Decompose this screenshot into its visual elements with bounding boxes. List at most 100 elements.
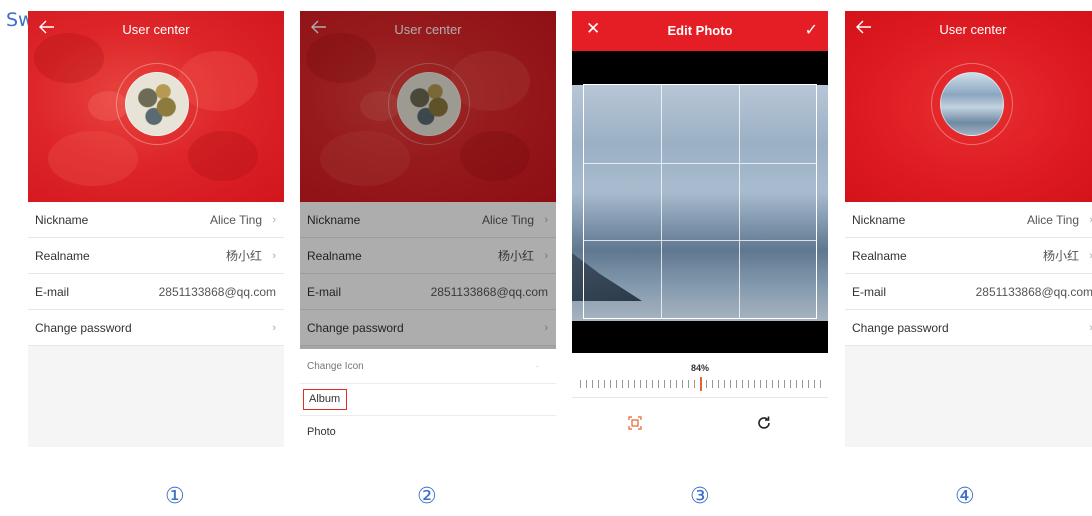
- avatar[interactable]: [125, 72, 189, 136]
- zoom-ruler-tick: [580, 380, 581, 388]
- profile-list: Nickname Alice Ting › Realname杨小红› E-mail2…: [28, 202, 284, 346]
- screen-2-change-icon-sheet: User center Nickname Alice Ting › Realname…: [300, 11, 556, 447]
- zoom-ruler-tick: [712, 380, 713, 388]
- zoom-ruler-tick: [616, 380, 617, 388]
- photo-canvas[interactable]: [572, 51, 828, 353]
- row-email: E-mail 2851133868@qq.com: [845, 274, 1092, 310]
- crop-frame[interactable]: [583, 84, 817, 319]
- zoom-ruler-tick: [652, 380, 653, 388]
- profile-header: User center: [845, 11, 1092, 202]
- zoom-ruler-tick: [790, 380, 791, 388]
- row-label: E-mail: [852, 284, 887, 299]
- profile-header: User center: [28, 11, 284, 202]
- step-number-3: ③: [690, 484, 710, 509]
- zoom-ruler-tick: [658, 380, 659, 388]
- zoom-ruler-tick: [670, 380, 671, 388]
- zoom-ruler-tick: [736, 380, 737, 388]
- zoom-ruler-tick: [784, 380, 785, 388]
- change-icon-sheet: Change Icon · Album Photo: [300, 349, 556, 447]
- zoom-ruler-tick: [730, 380, 731, 388]
- zoom-panel: 84%: [572, 353, 828, 447]
- zoom-ruler-tick: [664, 380, 665, 388]
- zoom-ruler-tick: [640, 380, 641, 388]
- zoom-ruler-tick: [682, 380, 683, 388]
- zoom-ruler-tick: [754, 380, 755, 388]
- sheet-title: Change Icon ·: [300, 349, 556, 383]
- zoom-ruler-tick: [646, 380, 647, 388]
- zoom-ruler-tick: [760, 380, 761, 388]
- zoom-ruler-tick: [748, 380, 749, 388]
- chevron-right-icon: ›: [1079, 322, 1092, 334]
- step-number-2: ②: [417, 484, 437, 509]
- edit-photo-bar: ✕ Edit Photo ✓: [572, 11, 828, 51]
- zoom-ruler-tick: [628, 380, 629, 388]
- zoom-ruler-tick: [634, 380, 635, 388]
- zoom-percent: 84%: [690, 363, 709, 373]
- chevron-right-icon: ›: [272, 321, 276, 334]
- row-change-password[interactable]: Change password ›: [28, 310, 284, 346]
- zoom-ruler-tick: [706, 380, 707, 388]
- zoom-ruler-tick: [724, 380, 725, 388]
- row-label: Realname: [35, 248, 90, 263]
- row-nickname[interactable]: Nickname Alice Ting›: [845, 202, 1092, 238]
- zoom-ruler-tick: [778, 380, 779, 388]
- zoom-ruler-tick: [808, 380, 809, 388]
- zoom-ruler-tick: [718, 380, 719, 388]
- zoom-ruler-tick: [622, 380, 623, 388]
- row-value: Alice Ting: [209, 212, 262, 227]
- row-value: 杨小红: [1042, 249, 1079, 263]
- photo-label: Photo: [307, 425, 336, 438]
- zoom-ruler-tick: [688, 380, 689, 388]
- zoom-ruler[interactable]: [580, 377, 821, 391]
- chevron-right-icon: ›: [1079, 250, 1092, 262]
- album-label: Album: [303, 389, 348, 410]
- row-value: 2851133868@qq.com: [158, 284, 276, 299]
- zoom-ruler-tick: [694, 380, 695, 388]
- screen-3-edit-photo: ✕ Edit Photo ✓ 84%: [572, 11, 828, 447]
- photo-option[interactable]: Photo: [300, 415, 556, 447]
- row-label: Nickname: [852, 212, 906, 227]
- row-value: Alice Ting: [1026, 212, 1079, 227]
- dot-icon: ·: [535, 360, 539, 372]
- zoom-ruler-tick: [742, 380, 743, 388]
- step-number-1: ①: [165, 484, 185, 509]
- zoom-ruler-tick: [592, 380, 593, 388]
- page-title: User center: [939, 22, 1007, 37]
- row-change-password[interactable]: Change password ›: [845, 310, 1092, 346]
- zoom-ruler-tick: [586, 380, 587, 388]
- zoom-ruler-tick: [676, 380, 677, 388]
- row-realname[interactable]: Realname杨小红›: [28, 238, 284, 274]
- screen-1-user-center: User center Nickname Alice Ting › Realname…: [28, 11, 284, 447]
- zoom-ruler-tick: [814, 380, 815, 388]
- row-realname[interactable]: Realname 杨小红›: [845, 238, 1092, 274]
- zoom-ruler-tick: [820, 380, 821, 388]
- profile-list: NicknameAlice Ting› Realname杨小红› E-mail2…: [845, 202, 1092, 346]
- zoom-ruler-indicator: [700, 377, 702, 391]
- album-option[interactable]: Album: [300, 383, 556, 415]
- chevron-right-icon: ›: [272, 213, 276, 226]
- sheet-title-text: Change Icon: [307, 360, 364, 372]
- row-label: Realname: [852, 248, 907, 263]
- row-nickname[interactable]: Nickname Alice Ting ›: [28, 202, 284, 238]
- check-icon[interactable]: ✓: [805, 20, 818, 40]
- row-label: Change password: [35, 320, 132, 335]
- zoom-ruler-tick: [598, 380, 599, 388]
- row-email: E-mail 2851133868@qq.com: [28, 274, 284, 310]
- rotate-icon[interactable]: [756, 415, 772, 431]
- chevron-right-icon: ›: [272, 249, 276, 262]
- zoom-ruler-tick: [802, 380, 803, 388]
- zoom-ruler-tick: [604, 380, 605, 388]
- step-number-4: ④: [955, 484, 975, 509]
- crop-icon[interactable]: [628, 416, 642, 430]
- zoom-ruler-tick: [772, 380, 773, 388]
- zoom-ruler-tick: [766, 380, 767, 388]
- row-label: Nickname: [35, 212, 89, 227]
- avatar[interactable]: [940, 72, 1004, 136]
- row-label: Change password: [852, 320, 949, 335]
- page-title: User center: [122, 22, 190, 37]
- row-value: 2851133868@qq.com: [975, 284, 1092, 299]
- screen-4-updated-avatar: User center NicknameAlice Ting› Realname…: [845, 11, 1092, 447]
- chevron-right-icon: ›: [1079, 214, 1092, 226]
- zoom-ruler-tick: [610, 380, 611, 388]
- edit-photo-title: Edit Photo: [667, 23, 733, 38]
